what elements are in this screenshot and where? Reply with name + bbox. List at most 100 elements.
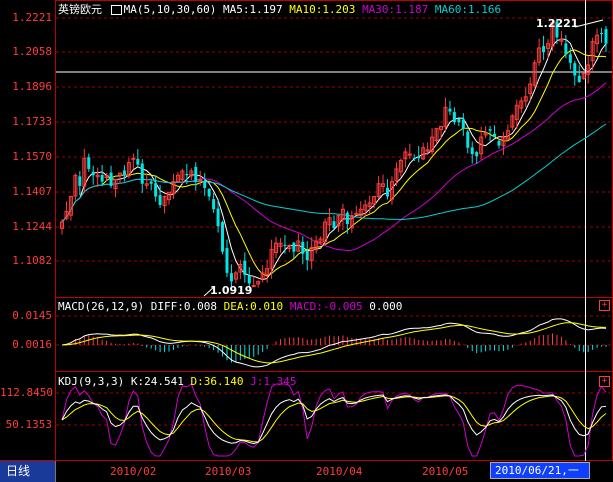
candle-body bbox=[194, 166, 198, 182]
candle-body bbox=[466, 131, 470, 148]
kdj-j: J:1.345 bbox=[250, 375, 297, 388]
candle-body bbox=[221, 222, 225, 252]
kdj-d-line bbox=[61, 395, 607, 443]
candle-body bbox=[158, 195, 162, 205]
candle-body bbox=[564, 43, 568, 55]
kdj-expand-icon[interactable]: + bbox=[599, 376, 610, 387]
ma5-line bbox=[61, 38, 607, 281]
macd-axis-label: 0.0145 bbox=[12, 309, 52, 322]
candle-body bbox=[251, 285, 256, 288]
candle-body bbox=[452, 112, 456, 123]
x-axis-label: 2010/03 bbox=[205, 465, 252, 478]
candle-body bbox=[457, 118, 461, 123]
candle-body bbox=[493, 133, 497, 138]
kdj-axis-label: 112.8450 bbox=[0, 386, 53, 399]
candle-body bbox=[488, 129, 492, 131]
candle-body bbox=[149, 181, 153, 184]
candle-body bbox=[109, 172, 113, 186]
ma30-value: MA30:1.187 bbox=[362, 3, 429, 16]
candle-body bbox=[475, 152, 479, 157]
candle-body bbox=[604, 29, 608, 44]
candle-body bbox=[345, 212, 349, 225]
ma5-value: MA5:1.197 bbox=[222, 3, 283, 16]
candle-body bbox=[229, 273, 233, 282]
candle-body bbox=[332, 221, 336, 229]
candle-body bbox=[122, 170, 126, 176]
ma60-value: MA60:1.166 bbox=[434, 3, 502, 16]
price-axis-label: 1.1407 bbox=[12, 185, 52, 198]
candle-body bbox=[577, 75, 581, 82]
candle-body bbox=[600, 32, 604, 34]
candle-body bbox=[283, 244, 287, 246]
x-axis-label: 2010/04 bbox=[316, 465, 363, 478]
macd-axis-label: 0.0016 bbox=[12, 338, 52, 351]
macd-extra: 0.000 bbox=[369, 300, 403, 313]
ma10-value: MA10:1.203 bbox=[289, 3, 356, 16]
macd-diff: DIFF:0.008 bbox=[150, 300, 217, 313]
candle-body bbox=[461, 119, 465, 129]
candle-body bbox=[568, 54, 572, 63]
price-axis-label: 1.2058 bbox=[12, 45, 52, 58]
candle-body bbox=[100, 174, 104, 182]
instrument-name: 英镑欧元 bbox=[58, 3, 102, 16]
low-price-tag: 1.0919 bbox=[210, 284, 253, 297]
macd-dea: DEA:0.010 bbox=[223, 300, 284, 313]
candle-body bbox=[243, 260, 247, 276]
price-axis-label: 1.1896 bbox=[12, 80, 52, 93]
candle-body bbox=[386, 187, 390, 197]
price-axis-label: 1.2221 bbox=[12, 11, 52, 24]
candle-body bbox=[417, 156, 421, 159]
kdj-k-line bbox=[61, 394, 607, 445]
macd-label: MACD(26,12,9) bbox=[58, 300, 145, 313]
ma-label: MA(5,10,30,60) bbox=[123, 3, 217, 16]
price-axis-label: 1.1733 bbox=[12, 115, 52, 128]
kdj-d: D:36.140 bbox=[190, 375, 244, 388]
price-header: 英镑欧元 MA(5,10,30,60) MA5:1.197 MA10:1.203… bbox=[58, 3, 501, 16]
kdj-header: KDJ(9,3,3) K:24.541 D:36.140 J:1.345 bbox=[58, 375, 296, 388]
x-axis-label: 2010/05 bbox=[422, 465, 469, 478]
kdj-label: KDJ(9,3,3) bbox=[58, 375, 125, 388]
candle-body bbox=[225, 248, 229, 273]
candle-body bbox=[573, 63, 577, 76]
price-panel-frame bbox=[55, 0, 613, 298]
price-ma-lines bbox=[61, 38, 607, 281]
candle-body bbox=[140, 163, 144, 184]
kdj-panel bbox=[61, 383, 607, 457]
candle-body bbox=[292, 242, 296, 252]
candle-body bbox=[91, 171, 95, 176]
candle-body bbox=[412, 157, 416, 159]
high-price-tag: 1.2221 bbox=[536, 17, 579, 30]
candle-body bbox=[407, 153, 412, 156]
chart-canvas[interactable] bbox=[0, 0, 613, 482]
candle-body bbox=[78, 176, 82, 186]
candle-body bbox=[87, 157, 91, 169]
x-axis-label: 2010/02 bbox=[110, 465, 157, 478]
candle-body bbox=[131, 157, 136, 160]
candle-body bbox=[305, 250, 309, 261]
candle-body bbox=[207, 188, 211, 197]
candle-body bbox=[198, 179, 203, 182]
ma-toggle-icon[interactable] bbox=[110, 5, 122, 15]
candle-body bbox=[301, 241, 305, 254]
candle-body bbox=[212, 199, 216, 210]
macd-value: MACD:-0.005 bbox=[289, 300, 363, 313]
ma10-line bbox=[61, 49, 607, 277]
candle-body bbox=[154, 183, 158, 197]
price-axis-label: 1.1082 bbox=[12, 254, 52, 267]
kdj-axis-label: 50.1353 bbox=[5, 418, 52, 431]
candle-body bbox=[497, 140, 501, 146]
candle-body bbox=[448, 108, 452, 112]
candle-body bbox=[247, 275, 251, 284]
candle-body bbox=[216, 208, 220, 227]
candle-body bbox=[470, 147, 474, 155]
price-axis-label: 1.1570 bbox=[12, 150, 52, 163]
candle-body bbox=[136, 158, 140, 165]
tab-daily[interactable]: 日线 bbox=[0, 461, 56, 482]
macd-header: MACD(26,12,9) DIFF:0.008 DEA:0.010 MACD:… bbox=[58, 300, 402, 313]
candle-body bbox=[185, 173, 189, 176]
macd-panel bbox=[61, 318, 607, 368]
cursor-date-readout: 2010/06/21,一 bbox=[490, 462, 590, 479]
high-pointer bbox=[574, 19, 604, 28]
macd-expand-icon[interactable]: + bbox=[599, 300, 610, 311]
candle-body bbox=[542, 46, 546, 53]
